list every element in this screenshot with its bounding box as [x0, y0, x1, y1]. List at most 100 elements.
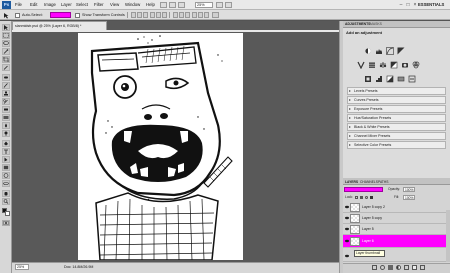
lock-all-icon[interactable]: [370, 196, 373, 199]
distribute-top-button[interactable]: [173, 12, 178, 18]
menu-image[interactable]: Image: [44, 0, 56, 10]
layer-thumbnail[interactable]: [350, 203, 360, 212]
channel-mixer-icon[interactable]: [412, 61, 420, 69]
eyedropper-tool-icon[interactable]: [2, 64, 10, 71]
auto-align-button[interactable]: [212, 12, 219, 18]
align-middle-button[interactable]: [137, 12, 142, 18]
crop-tool-icon[interactable]: [2, 56, 10, 63]
preset-black-white[interactable]: Black & White Presets: [347, 123, 446, 131]
eye-icon[interactable]: [345, 205, 349, 209]
quick-mask-icon[interactable]: [2, 220, 10, 226]
layer-name[interactable]: Layer 6: [362, 236, 374, 247]
levels-icon[interactable]: [375, 47, 383, 55]
add-mask-icon[interactable]: [388, 265, 393, 270]
menu-help[interactable]: Help: [146, 0, 155, 10]
3d-rotate-tool-icon[interactable]: [2, 172, 10, 179]
pen-tool-icon[interactable]: [2, 140, 10, 147]
preset-channel-mixer[interactable]: Channel Mixer Presets: [347, 132, 446, 140]
menu-edit[interactable]: Edit: [30, 0, 37, 10]
history-brush-tool-icon[interactable]: [2, 98, 10, 105]
zoom-tool-icon[interactable]: [2, 198, 10, 205]
rectangle-tool-icon[interactable]: [2, 164, 10, 171]
background-color-swatch[interactable]: [5, 211, 10, 216]
preset-selective-color[interactable]: Selective Color Presets: [347, 141, 446, 149]
add-style-icon[interactable]: [380, 265, 385, 270]
menu-filter[interactable]: Filter: [94, 0, 104, 10]
auto-select-dropdown[interactable]: [50, 12, 71, 18]
layer-thumbnail[interactable]: [350, 225, 360, 234]
menu-select[interactable]: Select: [76, 0, 88, 10]
preset-levels[interactable]: Levels Presets: [347, 87, 446, 95]
screen-mode-button[interactable]: [225, 2, 232, 8]
layer-name[interactable]: Layer 5: [362, 224, 374, 235]
tab-adjustments[interactable]: ADJUSTMENTS: [345, 21, 370, 28]
document-size-info[interactable]: Doc: 14.8M/26.9M: [64, 264, 93, 271]
layer-thumbnail[interactable]: [350, 237, 360, 246]
tab-masks[interactable]: MASKS: [370, 21, 382, 28]
align-center-button[interactable]: [156, 12, 161, 18]
lock-transparency-icon[interactable]: [355, 196, 358, 199]
tab-paths[interactable]: PATHS: [378, 179, 389, 185]
vibrance-icon[interactable]: [357, 61, 365, 69]
eye-icon[interactable]: [345, 239, 349, 243]
menu-window[interactable]: Window: [125, 0, 140, 10]
show-transform-checkbox[interactable]: [75, 13, 80, 18]
close-icon[interactable]: ×: [412, 2, 418, 8]
zoom-level-field[interactable]: 25%: [195, 2, 213, 8]
canvas[interactable]: [78, 33, 243, 260]
eye-icon[interactable]: [345, 216, 349, 220]
maximize-icon[interactable]: □: [405, 2, 411, 8]
invert-icon[interactable]: [364, 75, 372, 83]
distribute-right-button[interactable]: [204, 12, 209, 18]
healing-brush-tool-icon[interactable]: [2, 74, 10, 81]
preset-hue-saturation[interactable]: Hue/Saturation Presets: [347, 114, 446, 122]
distribute-bottom-button[interactable]: [185, 12, 190, 18]
opacity-field[interactable]: 100%: [403, 187, 415, 192]
brush-tool-icon[interactable]: [2, 82, 10, 89]
path-selection-tool-icon[interactable]: [2, 156, 10, 163]
menu-file[interactable]: File: [15, 0, 22, 10]
auto-select-checkbox[interactable]: [15, 13, 20, 18]
exposure-icon[interactable]: [397, 47, 405, 55]
layer-name[interactable]: Layer 5 copy 2: [362, 202, 385, 213]
hand-tool-icon[interactable]: [2, 190, 10, 197]
eye-icon[interactable]: [345, 227, 349, 231]
black-white-icon[interactable]: [390, 61, 398, 69]
new-adjustment-layer-icon[interactable]: [396, 265, 401, 270]
type-tool-icon[interactable]: [2, 148, 10, 155]
distribute-middle-button[interactable]: [179, 12, 184, 18]
layer-thumbnail[interactable]: [350, 214, 360, 223]
align-right-button[interactable]: [162, 12, 167, 18]
trash-icon[interactable]: [420, 265, 425, 270]
move-tool-icon[interactable]: [3, 12, 11, 19]
hand-tool-button[interactable]: [178, 2, 185, 8]
curves-icon[interactable]: [386, 47, 394, 55]
threshold-icon[interactable]: [386, 75, 394, 83]
align-left-button[interactable]: [150, 12, 155, 18]
fill-field[interactable]: 100%: [403, 195, 415, 200]
minibridge-button[interactable]: [169, 2, 176, 8]
workspace-switcher[interactable]: ESSENTIALS: [418, 0, 444, 10]
blur-tool-icon[interactable]: [2, 122, 10, 129]
gradient-map-icon[interactable]: [397, 75, 405, 83]
distribute-center-button[interactable]: [198, 12, 203, 18]
eye-icon[interactable]: [345, 254, 349, 258]
marquee-tool-icon[interactable]: [2, 32, 10, 39]
minimize-icon[interactable]: –: [398, 2, 404, 8]
dodge-tool-icon[interactable]: [2, 130, 10, 137]
align-top-button[interactable]: [131, 12, 136, 18]
color-balance-icon[interactable]: [379, 61, 387, 69]
layers-scrollbar[interactable]: [446, 210, 450, 262]
selective-color-icon[interactable]: [408, 75, 416, 83]
eraser-tool-icon[interactable]: [2, 106, 10, 113]
tab-channels[interactable]: CHANNELS: [360, 179, 378, 185]
new-layer-icon[interactable]: [412, 265, 417, 270]
document-tab[interactable]: slanmidstr.psd @ 25% (Layer 6, RGB/8) *: [12, 21, 107, 30]
menu-layer[interactable]: Layer: [61, 0, 72, 10]
menu-view[interactable]: View: [110, 0, 119, 10]
clone-stamp-tool-icon[interactable]: [2, 90, 10, 97]
gradient-tool-icon[interactable]: [2, 114, 10, 121]
preset-curves[interactable]: Curves Presets: [347, 96, 446, 104]
move-tool-icon[interactable]: [2, 24, 10, 31]
tab-layers[interactable]: LAYERS: [345, 179, 358, 185]
